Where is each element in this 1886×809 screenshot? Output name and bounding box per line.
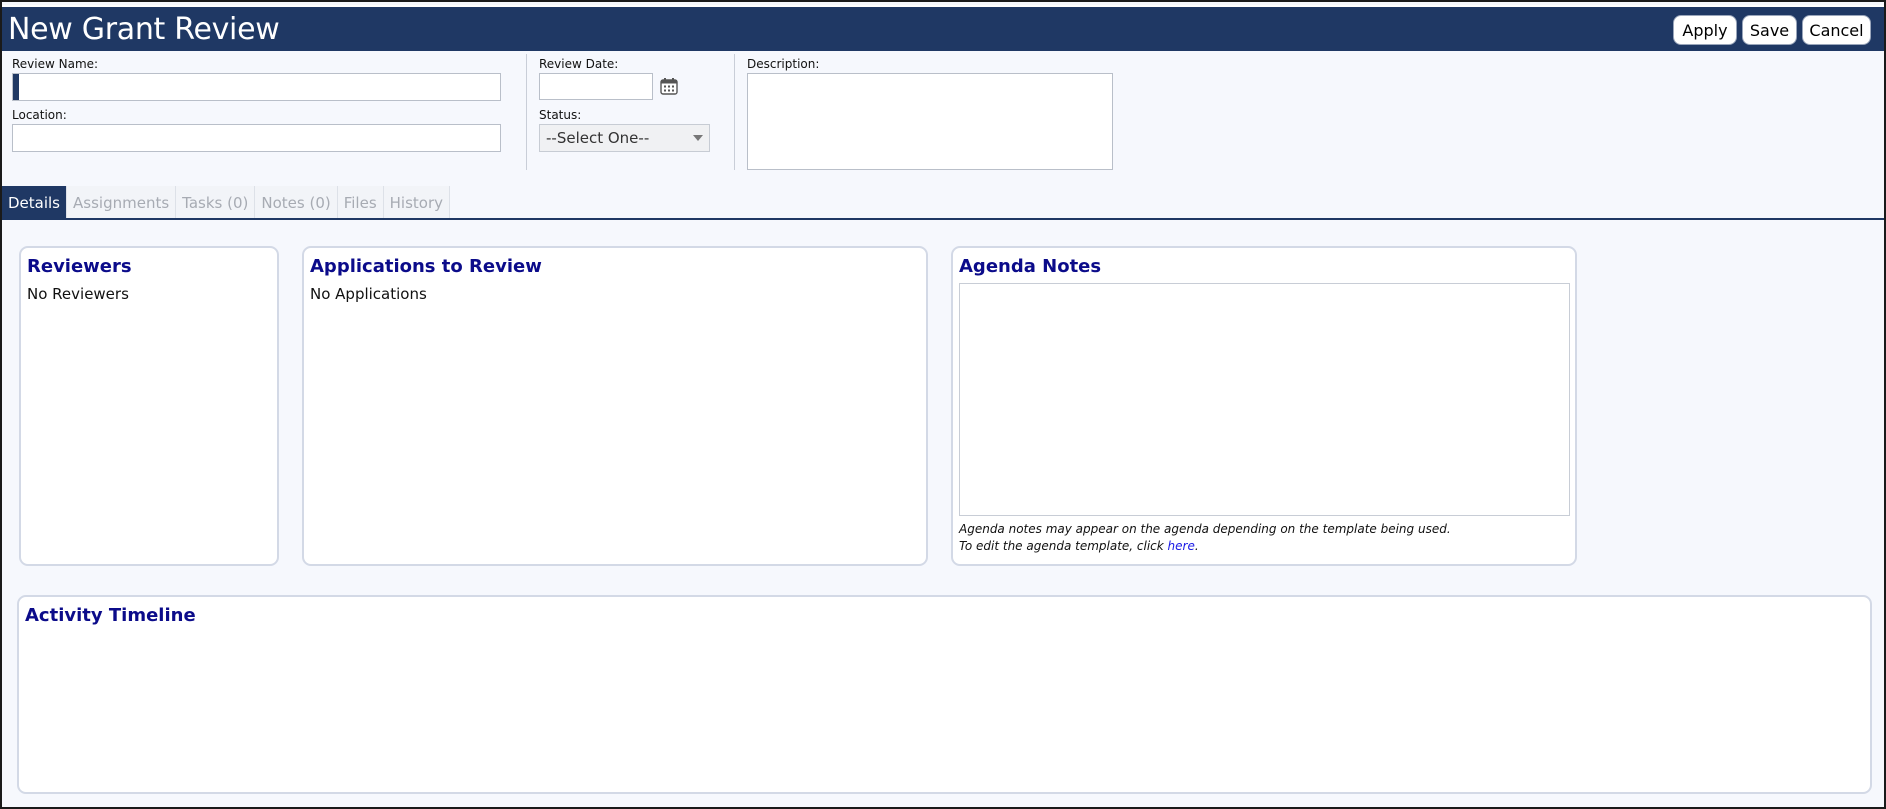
status-selected-value: --Select One-- <box>546 129 650 147</box>
description-label: Description: <box>747 57 820 71</box>
details-content: Reviewers No Reviewers Applications to R… <box>2 220 1884 807</box>
agenda-notes-title: Agenda Notes <box>959 256 1102 277</box>
location-label: Location: <box>12 108 67 122</box>
activity-timeline-title: Activity Timeline <box>25 605 196 626</box>
cancel-button[interactable]: Cancel <box>1802 15 1871 45</box>
tab-files[interactable]: Files <box>337 186 384 220</box>
review-date-input[interactable] <box>539 73 653 100</box>
reviewers-panel: Reviewers No Reviewers <box>19 246 279 566</box>
form-divider <box>526 54 527 170</box>
applications-panel: Applications to Review No Applications <box>302 246 928 566</box>
description-textarea[interactable] <box>747 73 1113 170</box>
chevron-down-icon <box>693 135 703 141</box>
agenda-note-line1: Agenda notes may appear on the agenda de… <box>959 522 1451 536</box>
review-name-input[interactable] <box>12 73 501 101</box>
status-label: Status: <box>539 108 582 122</box>
review-name-label: Review Name: <box>12 57 99 71</box>
app-window: New Grant Review Apply Save Cancel Revie… <box>0 0 1886 809</box>
no-applications-text: No Applications <box>310 285 427 303</box>
text-caret <box>13 74 19 100</box>
reviewers-title: Reviewers <box>27 256 132 277</box>
agenda-notes-panel: Agenda Notes Agenda notes may appear on … <box>951 246 1577 566</box>
activity-timeline-panel: Activity Timeline <box>17 595 1872 794</box>
edit-template-link[interactable]: here <box>1168 539 1195 553</box>
tab-details[interactable]: Details <box>2 186 68 220</box>
review-date-label: Review Date: <box>539 57 619 71</box>
agenda-note-line2: To edit the agenda template, click here. <box>959 539 1199 553</box>
tab-notes[interactable]: Notes (0) <box>255 186 338 220</box>
save-button[interactable]: Save <box>1742 15 1797 45</box>
page-title: New Grant Review <box>8 12 280 47</box>
applications-title: Applications to Review <box>310 256 542 277</box>
tab-tasks[interactable]: Tasks (0) <box>176 186 256 220</box>
location-input[interactable] <box>12 124 501 152</box>
agenda-notes-textarea[interactable] <box>959 283 1570 516</box>
status-select[interactable]: --Select One-- <box>539 124 710 152</box>
header-bar: New Grant Review Apply Save Cancel <box>2 5 1884 51</box>
tab-history[interactable]: History <box>383 186 451 220</box>
form-divider <box>734 54 735 170</box>
apply-button[interactable]: Apply <box>1673 15 1737 45</box>
no-reviewers-text: No Reviewers <box>27 285 129 303</box>
tab-bar: Details Assignments Tasks (0) Notes (0) … <box>2 186 451 220</box>
tab-assignments[interactable]: Assignments <box>67 186 177 220</box>
calendar-icon[interactable] <box>660 77 678 95</box>
